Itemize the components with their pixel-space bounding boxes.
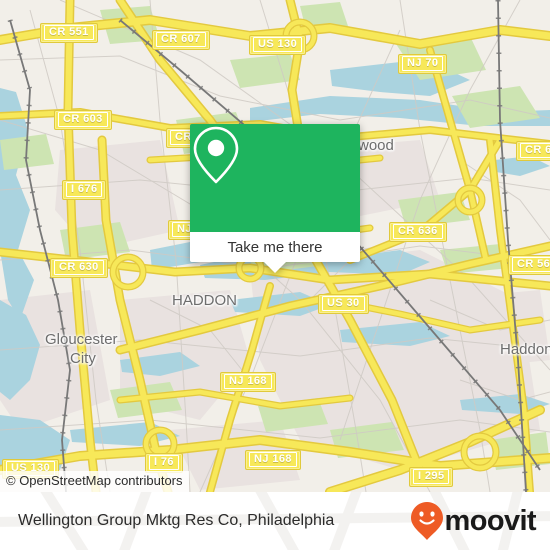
map-popup[interactable]: Take me there [190, 124, 360, 273]
map-pin-icon [193, 126, 239, 184]
road-shield-label: CR 561 [512, 257, 550, 272]
road-shield-label: NJ 70 [402, 56, 444, 71]
road-shield-label: US 30 [322, 296, 365, 311]
road-shield: US 130 [249, 35, 307, 55]
place-label: wood [358, 137, 394, 154]
road-shield-label: CR 630 [54, 260, 104, 275]
map-canvas[interactable]: CR 551CR 607US 130NJ 70CR 603CRCR 62I 67… [0, 0, 550, 492]
moovit-wordmark: moovit [444, 504, 537, 537]
road-shield-label: US 130 [253, 37, 303, 52]
road-shield-label: CR 551 [44, 25, 94, 40]
road-shield: I 76 [145, 453, 183, 473]
road-shield-label: CR 636 [393, 224, 443, 239]
road-shield-label: CR 607 [156, 32, 206, 47]
location-title: Wellington Group Mktg Res Co, Philadelph… [18, 512, 335, 529]
place-label: HADDON [172, 292, 238, 309]
footer-bar: Wellington Group Mktg Res Co, Philadelph… [0, 492, 550, 550]
osm-attribution[interactable]: © OpenStreetMap contributors [0, 471, 189, 492]
road-shield: CR 636 [389, 222, 447, 242]
road-shield: CR 62 [516, 141, 550, 161]
road-shield-label: I 295 [413, 469, 450, 484]
road-shield: I 295 [409, 467, 454, 487]
road-shield: CR 607 [152, 30, 210, 50]
road-shield: I 676 [62, 180, 107, 200]
road-shield-label: I 676 [66, 182, 103, 197]
road-shield-label: NJ 168 [224, 374, 272, 389]
road-shield: NJ 168 [245, 450, 301, 470]
road-shield: CR 630 [50, 258, 108, 278]
road-shield: CR 561 [508, 255, 550, 275]
road-shield-label: NJ 168 [249, 452, 297, 467]
place-label: City [70, 350, 96, 367]
take-me-there-label: Take me there [227, 238, 323, 256]
place-label: Haddon [500, 341, 550, 358]
moovit-logo[interactable]: moovit [410, 501, 537, 541]
popup-pin-area[interactable] [190, 124, 360, 232]
place-label: Gloucester [45, 331, 118, 348]
road-shield-label: I 76 [149, 455, 179, 470]
road-shield-label: CR 603 [58, 112, 108, 127]
road-shield: NJ 168 [220, 372, 276, 392]
map-screenshot: CR 551CR 607US 130NJ 70CR 603CRCR 62I 67… [0, 0, 550, 550]
road-shield: CR 603 [54, 110, 112, 130]
take-me-there-button[interactable]: Take me there [190, 232, 360, 262]
road-shield: CR 551 [40, 23, 98, 43]
road-shield-label: CR 62 [520, 143, 550, 158]
moovit-pin-smiley-icon [410, 502, 443, 540]
popup-tail [264, 262, 286, 273]
road-shield: US 30 [318, 294, 369, 314]
road-shield: NJ 70 [398, 54, 448, 74]
